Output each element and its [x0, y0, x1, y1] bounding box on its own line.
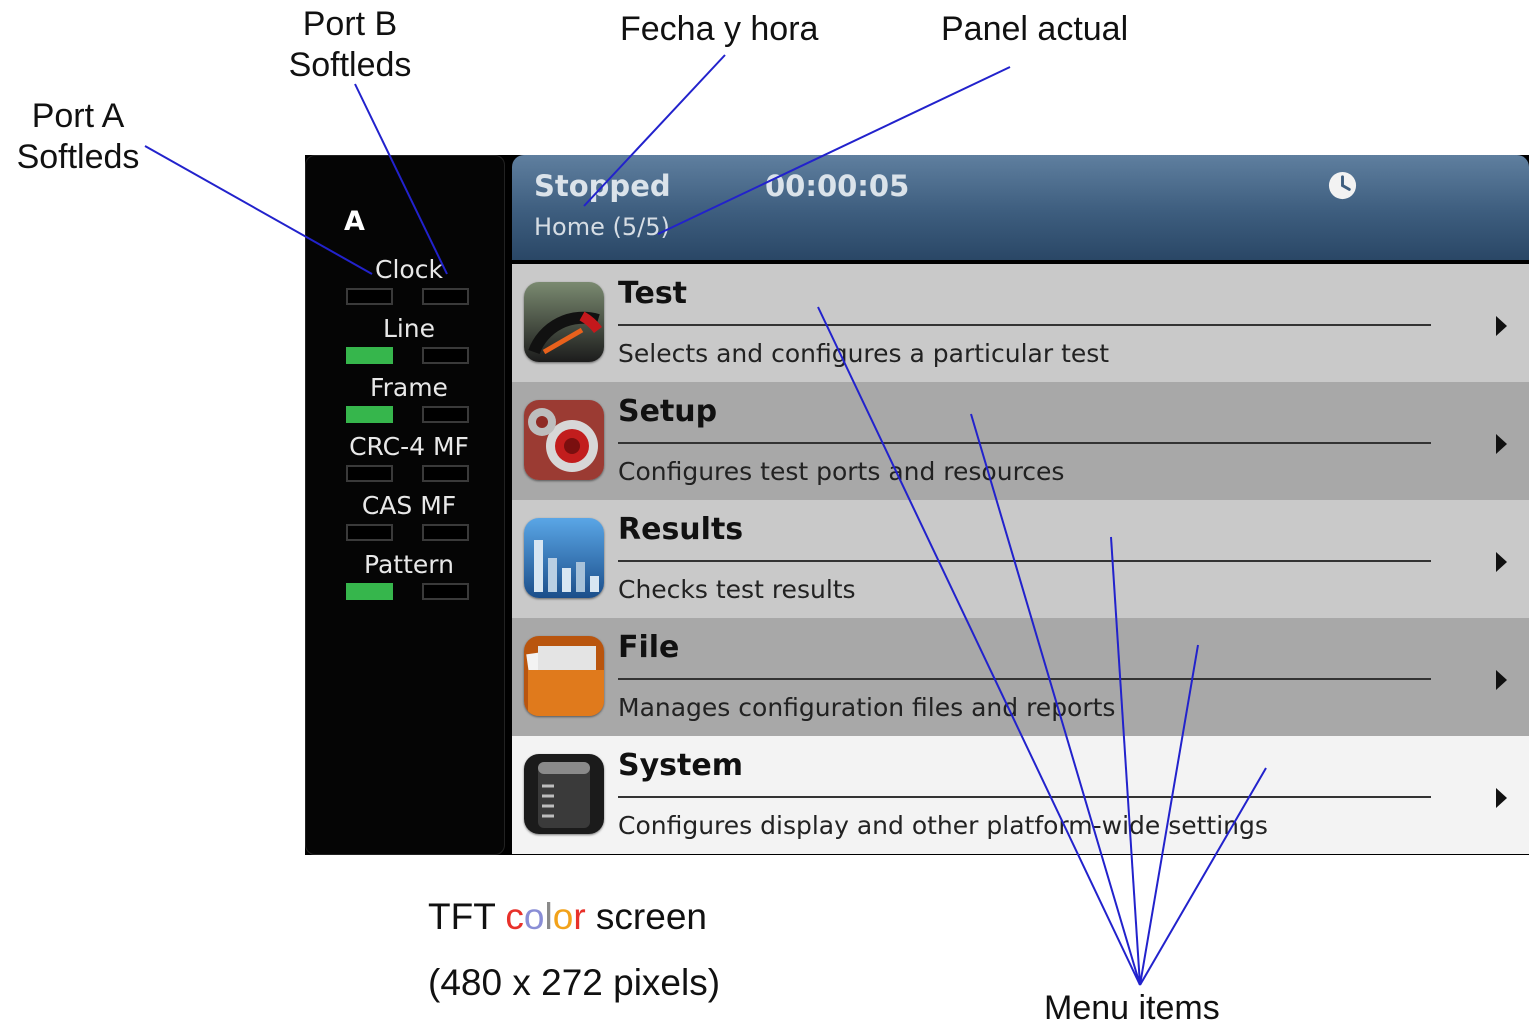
callout-port-a-line2: Softleds [16, 138, 140, 176]
softled-row: Line [344, 314, 474, 364]
menu-item-description: Manages configuration files and reports [618, 693, 1116, 722]
port-a-softled [346, 288, 393, 305]
callout-fecha-hora: Fecha y hora [620, 10, 819, 48]
softled-label: Frame [370, 373, 448, 402]
softled-label: CAS MF [361, 491, 457, 520]
menu-item-title: Test [618, 276, 688, 311]
callout-port-b-line2: Softleds [288, 46, 412, 84]
softled-row: Clock [344, 255, 474, 305]
caption-prefix: TFT [428, 896, 506, 937]
callout-port-b-line1: Port B [302, 5, 398, 43]
clock-icon[interactable] [1327, 170, 1358, 201]
gauge-icon [524, 282, 604, 362]
softled-label: CRC-4 MF [349, 432, 469, 461]
port-a-softled [346, 583, 393, 600]
menu-item-divider [618, 678, 1431, 680]
chevron-right-icon[interactable] [1496, 670, 1507, 690]
menu-item-description: Configures test ports and resources [618, 457, 1065, 486]
gears-icon [524, 400, 604, 480]
softled-label: Line [382, 314, 436, 343]
callout-menu-items: Menu items [1044, 989, 1220, 1027]
menu-item-title: System [618, 748, 743, 783]
callout-port-a-line1: Port A [31, 97, 125, 135]
port-b-softled [422, 524, 469, 541]
caption-color-letter: o [523, 896, 545, 937]
port-a-softled [346, 465, 393, 482]
menu-item-divider [618, 796, 1431, 798]
caption-color-letter: l [544, 896, 553, 937]
menu-item-title: File [618, 630, 680, 665]
main-panel: Stopped 00:00:05 Home (5/5) Test Selects … [512, 155, 1529, 855]
menu-item-title: Results [618, 512, 744, 547]
menu-item-description: Checks test results [618, 575, 856, 604]
port-b-softled [422, 347, 469, 364]
current-panel: Home (5/5) [534, 213, 670, 241]
softled-row: Frame [344, 373, 474, 423]
softled-panel: A Clock Line Frame CRC-4 MF CAS MF Pattern [305, 155, 505, 855]
menu-item-system[interactable]: System Configures display and other platf… [512, 736, 1529, 854]
status-text: Stopped [534, 169, 671, 203]
callout-panel-actual: Panel actual [941, 10, 1129, 48]
port-b-softled [422, 288, 469, 305]
port-b-softled [422, 465, 469, 482]
port-label: A [344, 206, 365, 237]
caption-screen-type: TFT color screen [428, 896, 707, 938]
menu-item-divider [618, 324, 1431, 326]
menu-item-divider [618, 442, 1431, 444]
caption-color-word: color [505, 896, 585, 937]
chevron-right-icon[interactable] [1496, 552, 1507, 572]
callout-port-a: Port A Softleds [8, 96, 148, 178]
folder-icon [524, 636, 604, 716]
caption-color-letter: c [505, 896, 524, 937]
softled-label: Clock [375, 255, 443, 284]
date-time: 00:00:05 [765, 169, 910, 203]
caption-suffix: screen [585, 896, 707, 937]
menu-item-results[interactable]: Results Checks test results [512, 500, 1529, 618]
menu-item-test[interactable]: Test Selects and configures a particular … [512, 264, 1529, 382]
menu-item-title: Setup [618, 394, 718, 429]
system-icon [524, 754, 604, 834]
menu-item-description: Configures display and other platform-wi… [618, 811, 1268, 840]
chevron-right-icon[interactable] [1496, 434, 1507, 454]
caption-resolution: (480 x 272 pixels) [428, 962, 721, 1003]
menu-item-divider [618, 560, 1431, 562]
softled-label: Pattern [364, 550, 454, 579]
softled-row: CAS MF [344, 491, 474, 541]
menu-item-setup[interactable]: Setup Configures test ports and resources [512, 382, 1529, 500]
caption-color-letter: o [552, 896, 574, 937]
port-a-softled [346, 347, 393, 364]
status-header: Stopped 00:00:05 Home (5/5) [512, 155, 1529, 260]
menu-item-file[interactable]: File Manages configuration files and repo… [512, 618, 1529, 736]
softled-row: CRC-4 MF [344, 432, 474, 482]
tft-screen: A Clock Line Frame CRC-4 MF CAS MF Pattern St… [305, 155, 1529, 855]
menu-item-description: Selects and configures a particular test [618, 339, 1110, 368]
port-b-softled [422, 583, 469, 600]
port-a-softled [346, 524, 393, 541]
chevron-right-icon[interactable] [1496, 788, 1507, 808]
chevron-right-icon[interactable] [1496, 316, 1507, 336]
caption-color-letter: r [573, 896, 586, 937]
port-a-softled [346, 406, 393, 423]
softled-row: Pattern [344, 550, 474, 600]
port-b-softled [422, 406, 469, 423]
callout-port-b: Port B Softleds [280, 4, 420, 86]
bar-chart-icon [524, 518, 604, 598]
